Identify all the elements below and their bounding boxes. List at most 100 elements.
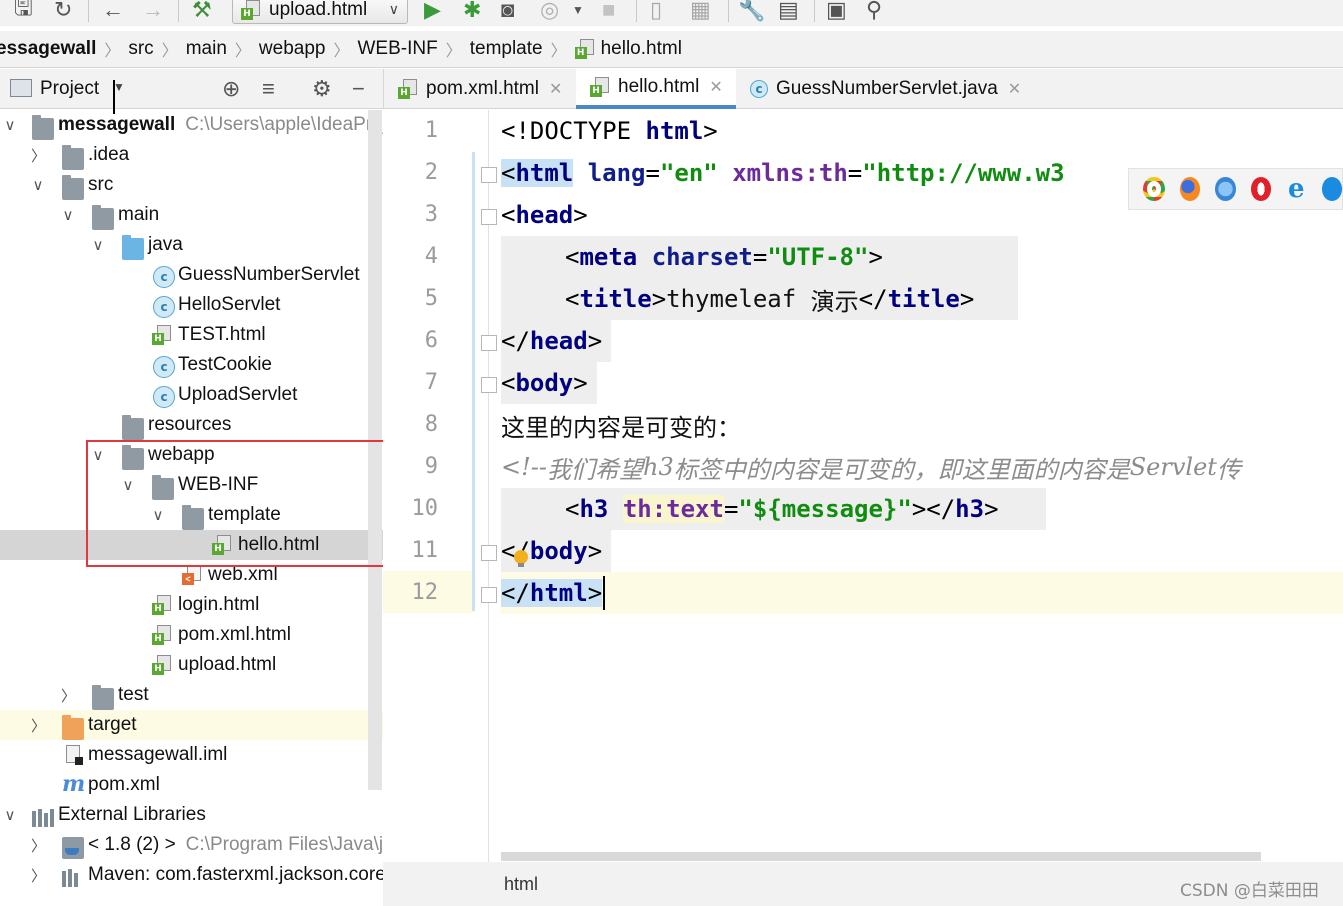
project-structure-icon[interactable]: ▤ [778,0,799,23]
tree-item-label: External Libraries [58,804,206,825]
tree-item-login-html[interactable]: H login.html [0,590,383,620]
tree-item-messagewall-iml[interactable]: messagewall.iml [0,740,383,770]
chevron-down-icon[interactable]: ∨ [61,206,75,224]
breadcrumb-project[interactable]: essagewall [0,38,96,60]
tree-item-label: .idea [88,144,130,165]
tab-guessnumberservlet-java[interactable]: c GuessNumberServlet.java ✕ [736,69,1026,109]
settings-wrench-icon[interactable]: 🔧 [738,0,765,23]
code-token: < [501,537,516,565]
breadcrumb-file[interactable]: H hello.html [574,38,682,60]
tab-pom-xml-html[interactable]: H pom.xml.html ✕ [384,69,576,109]
chevron-down-icon[interactable]: ∨ [31,176,45,194]
tree-item-test[interactable]: 〉 test [0,680,383,710]
code-token: > [587,537,603,565]
editor-horizontal-scrollbar[interactable] [501,852,1261,861]
breadcrumb-separator: 〉 [550,43,567,60]
close-icon[interactable]: ✕ [1008,79,1021,99]
back-icon[interactable]: ← [102,0,124,23]
tree-item-pom-xml-html[interactable]: H pom.xml.html [0,620,383,650]
hide-panel-icon[interactable]: − [352,76,365,102]
tree-item-label: UploadServlet [178,384,298,405]
code-token: html [515,159,574,187]
chevron-right-icon[interactable]: 〉 [61,685,76,706]
chevron-right-icon[interactable]: 〉 [31,865,46,886]
firefox-icon[interactable] [1179,177,1201,201]
code-token: > [703,117,718,145]
collapse-all-icon[interactable]: ≡ [262,76,275,102]
tree-item-resources[interactable]: resources [0,410,383,440]
folder-icon [62,145,84,170]
fold-marker[interactable] [481,377,497,393]
tree-item-upload-html[interactable]: H upload.html [0,650,383,680]
edge-icon[interactable] [1321,177,1342,201]
tree-item-external-libraries[interactable]: ∨ External Libraries [0,800,383,830]
device-icon[interactable]: ▯ [650,0,662,23]
breadcrumb-webapp[interactable]: webapp [259,38,326,60]
code-token: ></ [911,495,956,523]
fold-marker[interactable] [481,587,497,603]
breadcrumb-src[interactable]: src [128,38,153,60]
chrome-icon[interactable] [1143,177,1165,201]
chevron-down-icon[interactable]: ▼ [113,80,125,114]
tree-item-guessnumberservlet[interactable]: c GuessNumberServlet [0,260,383,290]
fold-marker[interactable] [481,545,497,561]
sync-icon[interactable]: ↻ [54,0,72,23]
safari-icon[interactable] [1215,177,1236,201]
tab-hello-html[interactable]: H hello.html ✕ [576,69,736,109]
code-token: 这里的内容是可变的： [501,413,741,442]
tree-item-maven-jackson[interactable]: 〉 Maven: com.fasterxml.jackson.core [0,860,383,890]
chevron-down-icon[interactable]: ∨ [91,236,105,254]
code-line: <html lang = "en" xmlns:th = "http://www.w3 [501,152,1065,194]
project-view-select[interactable]: Project [40,78,99,100]
locate-icon[interactable]: ⊕ [222,76,240,102]
chevron-right-icon[interactable]: 〉 [31,715,46,736]
run-icon[interactable]: ▶ [424,0,441,23]
tree-item-messagewall[interactable]: ∨ messagewall C:\Users\apple\IdeaProj [0,110,383,140]
tree-item-uploadservlet[interactable]: c UploadServlet [0,380,383,410]
editor-breadcrumb-item[interactable]: html [504,874,538,895]
code-token: meta [579,243,638,271]
tree-item-src[interactable]: ∨ src [0,170,383,200]
chevron-down-icon[interactable]: ▼ [572,0,584,23]
chevron-down-icon[interactable]: ∨ [3,806,17,824]
breadcrumb-template[interactable]: template [470,38,543,60]
tree-item-testcookie[interactable]: c TestCookie [0,350,383,380]
breadcrumb-web-inf[interactable]: WEB-INF [357,38,437,60]
fold-marker[interactable] [481,209,497,225]
gear-icon[interactable]: ⚙ [312,76,332,102]
debug-icon[interactable]: ✱ [463,0,481,23]
internet-explorer-icon[interactable]: e [1286,176,1306,202]
chevron-right-icon[interactable]: 〉 [31,835,46,856]
tree-item-jdk[interactable]: 〉 < 1.8 (2) > C:\Program Files\Java\j [0,830,383,860]
forward-icon[interactable]: → [142,0,164,23]
profile-icon[interactable]: ◎ [540,0,559,23]
chevron-down-icon[interactable]: ∨ [3,116,17,134]
tree-item-helloservlet[interactable]: c HelloServlet [0,290,383,320]
stop-icon[interactable]: ■ [602,0,615,23]
tree-item-test-html[interactable]: H TEST.html [0,320,383,350]
sdk-icon[interactable]: ▦ [690,0,711,23]
save-icon[interactable]: 🖫 [14,0,33,23]
fold-marker[interactable] [481,167,497,183]
opera-icon[interactable] [1250,177,1272,201]
search-icon[interactable]: ⚲ [866,0,882,23]
code-token: 我们希望 [546,455,643,484]
tree-item-pom-xml[interactable]: m pom.xml [0,770,383,800]
tree-item-idea[interactable]: 〉 .idea [0,140,383,170]
close-icon[interactable]: ✕ [709,77,722,97]
build-hammer-icon[interactable]: ⚒ [192,0,212,23]
tree-item-target[interactable]: 〉 target [0,710,383,740]
chevron-right-icon[interactable]: 〉 [31,145,46,166]
run-config-select[interactable]: H upload.html ∨ [232,0,408,24]
tree-item-java[interactable]: ∨ java [0,230,383,260]
fold-marker[interactable] [481,335,497,351]
close-icon[interactable]: ✕ [549,79,562,99]
code-token: > [868,243,883,271]
terminal-icon[interactable]: ▣ [826,0,847,23]
code-editor[interactable]: <!DOCTYPE html > <html lang = "en" xmlns:th… [501,110,1343,862]
lightbulb-icon[interactable] [514,550,528,567]
tree-item-main[interactable]: ∨ main [0,200,383,230]
breadcrumb-main[interactable]: main [186,38,227,60]
coverage-icon[interactable]: ◙ [501,0,514,23]
